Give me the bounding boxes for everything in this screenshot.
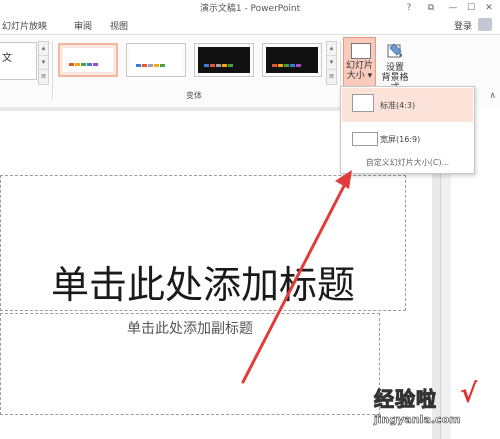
checkmark-icon: √ [460, 379, 478, 409]
watermark: 经验啦 √ jingyanla.com [374, 379, 494, 435]
watermark-text: 经验啦 [374, 387, 437, 412]
annotation-arrow [241, 170, 352, 384]
arrow-shaft [241, 180, 348, 384]
watermark-url: jingyanla.com [374, 413, 461, 427]
